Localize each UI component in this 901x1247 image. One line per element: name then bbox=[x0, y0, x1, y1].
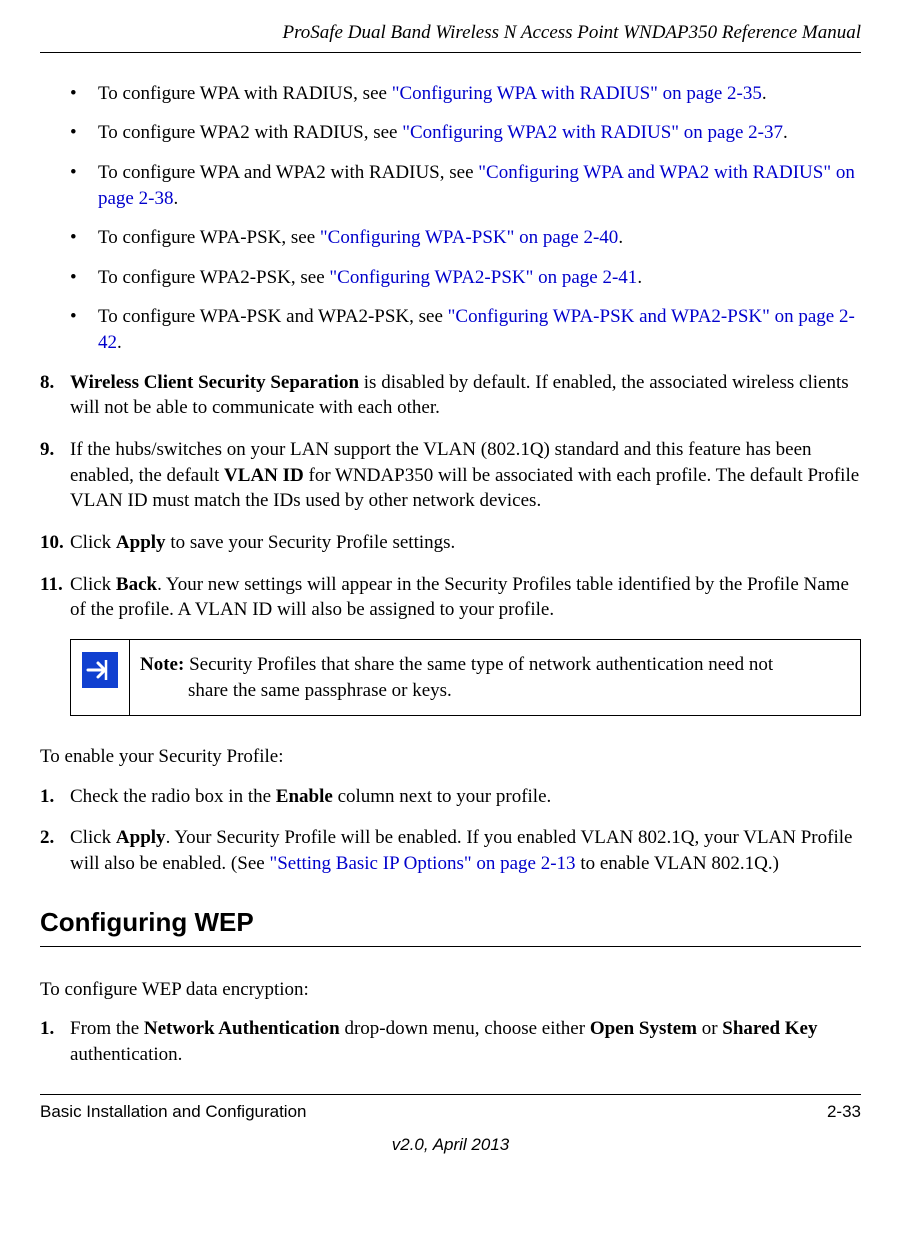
text: . bbox=[117, 332, 122, 353]
wep-intro: To configure WEP data encryption: bbox=[40, 977, 861, 1003]
text: to enable VLAN 802.1Q.) bbox=[576, 853, 779, 874]
text: To configure WPA and WPA2 with RADIUS, s… bbox=[98, 162, 478, 183]
link-basic-ip-options[interactable]: "Setting Basic IP Options" on page 2-13 bbox=[269, 853, 575, 874]
text: . bbox=[173, 188, 178, 209]
enable-step-2: 2. Click Apply. Your Security Profile wi… bbox=[40, 825, 861, 876]
arrow-right-icon bbox=[82, 652, 118, 696]
bullet-marker: • bbox=[70, 81, 98, 107]
link-wpa-radius[interactable]: "Configuring WPA with RADIUS" on page 2-… bbox=[392, 83, 762, 104]
text: Click bbox=[70, 574, 116, 595]
text: to save your Security Profile settings. bbox=[166, 532, 456, 553]
step-content: If the hubs/switches on your LAN support… bbox=[70, 437, 861, 514]
text: . bbox=[762, 83, 767, 104]
bullet-marker: • bbox=[70, 304, 98, 355]
footer-section-name: Basic Installation and Configuration bbox=[40, 1101, 307, 1124]
bold-text: Shared Key bbox=[722, 1018, 817, 1039]
bold-text: Apply bbox=[116, 532, 166, 553]
text: Check the radio box in the bbox=[70, 786, 276, 807]
step-number: 10. bbox=[40, 530, 70, 556]
step-8: 8. Wireless Client Security Separation i… bbox=[40, 370, 861, 421]
text: . bbox=[618, 227, 623, 248]
text: authentication. bbox=[70, 1044, 182, 1065]
section-heading-wep: Configuring WEP bbox=[40, 905, 861, 947]
note-content: Note: Security Profiles that share the s… bbox=[130, 640, 860, 715]
bold-text: Network Authentication bbox=[144, 1018, 340, 1039]
enable-intro: To enable your Security Profile: bbox=[40, 744, 861, 770]
step-content: Wireless Client Security Separation is d… bbox=[70, 370, 861, 421]
note-text: Security Profiles that share the same ty… bbox=[184, 654, 773, 675]
bold-text: Enable bbox=[276, 786, 333, 807]
bullet-content: To configure WPA2-PSK, see "Configuring … bbox=[98, 265, 861, 291]
page-header-title: ProSafe Dual Band Wireless N Access Poin… bbox=[40, 20, 861, 53]
bullet-item: • To configure WPA2 with RADIUS, see "Co… bbox=[70, 120, 861, 146]
text: drop-down menu, choose either bbox=[340, 1018, 590, 1039]
step-content: From the Network Authentication drop-dow… bbox=[70, 1016, 861, 1067]
footer-version: v2.0, April 2013 bbox=[40, 1134, 861, 1157]
bullet-marker: • bbox=[70, 225, 98, 251]
enable-step-1: 1. Check the radio box in the Enable col… bbox=[40, 784, 861, 810]
step-number: 1. bbox=[40, 1016, 70, 1067]
note-icon-cell bbox=[71, 640, 130, 715]
step-content: Click Apply. Your Security Profile will … bbox=[70, 825, 861, 876]
bold-text: Apply bbox=[116, 827, 166, 848]
bullet-item: • To configure WPA-PSK, see "Configuring… bbox=[70, 225, 861, 251]
bullet-marker: • bbox=[70, 160, 98, 211]
text: Click bbox=[70, 827, 116, 848]
link-wpa2-psk[interactable]: "Configuring WPA2-PSK" on page 2-41 bbox=[329, 267, 637, 288]
step-number: 2. bbox=[40, 825, 70, 876]
step-content: Click Apply to save your Security Profil… bbox=[70, 530, 861, 556]
text: Click bbox=[70, 532, 116, 553]
step-number: 1. bbox=[40, 784, 70, 810]
wep-step-1: 1. From the Network Authentication drop-… bbox=[40, 1016, 861, 1067]
text: To configure WPA-PSK and WPA2-PSK, see bbox=[98, 306, 448, 327]
note-text: share the same passphrase or keys. bbox=[140, 678, 846, 704]
step-content: Click Back. Your new settings will appea… bbox=[70, 572, 861, 623]
bullet-content: To configure WPA and WPA2 with RADIUS, s… bbox=[98, 160, 861, 211]
text: To configure WPA2-PSK, see bbox=[98, 267, 329, 288]
step-number: 9. bbox=[40, 437, 70, 514]
bold-text: Open System bbox=[590, 1018, 697, 1039]
text: . bbox=[783, 122, 788, 143]
step-11: 11. Click Back. Your new settings will a… bbox=[40, 572, 861, 623]
bullet-item: • To configure WPA-PSK and WPA2-PSK, see… bbox=[70, 304, 861, 355]
bullet-item: • To configure WPA and WPA2 with RADIUS,… bbox=[70, 160, 861, 211]
text: column next to your profile. bbox=[333, 786, 551, 807]
bullet-marker: • bbox=[70, 265, 98, 291]
bold-text: Back bbox=[116, 574, 157, 595]
step-9: 9. If the hubs/switches on your LAN supp… bbox=[40, 437, 861, 514]
bold-text: Wireless Client Security Separation bbox=[70, 372, 359, 393]
text: To configure WPA2 with RADIUS, see bbox=[98, 122, 402, 143]
link-wpa2-radius[interactable]: "Configuring WPA2 with RADIUS" on page 2… bbox=[402, 122, 783, 143]
bullet-item: • To configure WPA with RADIUS, see "Con… bbox=[70, 81, 861, 107]
text: or bbox=[697, 1018, 722, 1039]
note-label: Note: bbox=[140, 654, 184, 675]
note-box: Note: Security Profiles that share the s… bbox=[70, 639, 861, 716]
page-footer: Basic Installation and Configuration 2-3… bbox=[40, 1094, 861, 1157]
bullet-content: To configure WPA-PSK, see "Configuring W… bbox=[98, 225, 861, 251]
bullet-item: • To configure WPA2-PSK, see "Configurin… bbox=[70, 265, 861, 291]
step-content: Check the radio box in the Enable column… bbox=[70, 784, 861, 810]
link-wpa-psk[interactable]: "Configuring WPA-PSK" on page 2-40 bbox=[320, 227, 618, 248]
bold-text: VLAN ID bbox=[224, 465, 304, 486]
bullet-content: To configure WPA2 with RADIUS, see "Conf… bbox=[98, 120, 861, 146]
bullet-content: To configure WPA with RADIUS, see "Confi… bbox=[98, 81, 861, 107]
text: From the bbox=[70, 1018, 144, 1039]
step-number: 11. bbox=[40, 572, 70, 623]
bullet-marker: • bbox=[70, 120, 98, 146]
text: To configure WPA-PSK, see bbox=[98, 227, 320, 248]
step-number: 8. bbox=[40, 370, 70, 421]
text: To configure WPA with RADIUS, see bbox=[98, 83, 392, 104]
step-10: 10. Click Apply to save your Security Pr… bbox=[40, 530, 861, 556]
footer-page-number: 2-33 bbox=[827, 1101, 861, 1124]
bullet-content: To configure WPA-PSK and WPA2-PSK, see "… bbox=[98, 304, 861, 355]
text: . Your new settings will appear in the S… bbox=[70, 574, 849, 621]
text: . bbox=[637, 267, 642, 288]
